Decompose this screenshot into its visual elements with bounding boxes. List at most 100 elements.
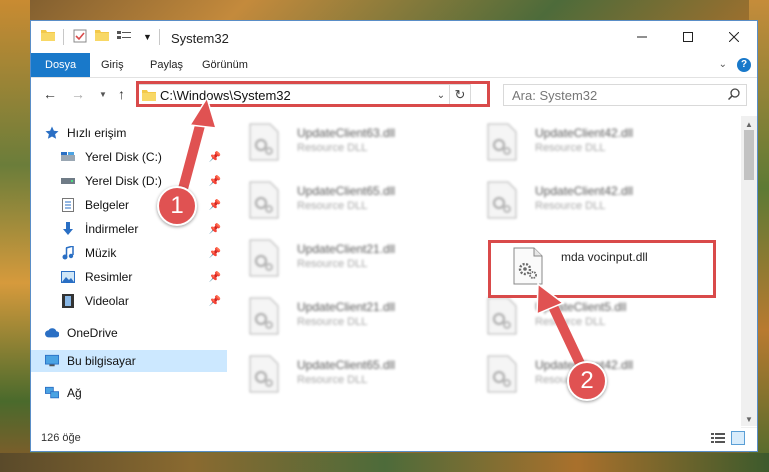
file-name: UpdateClient65.dll — [297, 358, 396, 372]
pin-icon[interactable]: 📌 — [209, 224, 221, 235]
dll-file-icon — [249, 355, 279, 393]
forward-arrow-icon[interactable]: → — [71, 86, 85, 102]
address-path[interactable]: C:\Windows\System32 — [160, 88, 433, 103]
dll-file-icon — [487, 297, 517, 335]
explorer-window: ▼ System32 Dosya Giriş Paylaş Görünüm ⌄ … — [30, 20, 758, 452]
sidebar-item-music[interactable]: Müzik 📌 — [31, 242, 227, 264]
list-item[interactable]: UpdateClient63.dll Resource DLL — [229, 120, 449, 170]
file-name: UpdateClient63.dll — [297, 126, 396, 140]
maximize-button[interactable] — [665, 21, 711, 53]
callout-badge-1: 1 — [157, 186, 197, 226]
list-item[interactable]: UpdateClient65.dll Resource DLL — [229, 178, 449, 228]
sidebar-item-local-disk-c[interactable]: Yerel Disk (C:) 📌 — [31, 146, 227, 168]
sidebar-item-label: Videolar — [85, 294, 129, 308]
sidebar-item-label: Bu bilgisayar — [67, 354, 136, 368]
desktop-background-left — [0, 0, 30, 472]
list-item[interactable]: UpdateClient42.dll Resource DLL — [467, 178, 687, 228]
back-arrow-icon[interactable]: ← — [43, 86, 57, 102]
dll-file-icon — [487, 181, 517, 219]
videos-icon — [61, 294, 75, 308]
sidebar-item-documents[interactable]: Belgeler 📌 — [31, 194, 227, 216]
file-name: UpdateClient21.dll — [297, 242, 396, 256]
download-icon — [61, 222, 75, 236]
file-description: Resource DLL — [297, 374, 368, 386]
tab-view[interactable]: Görünüm — [192, 53, 258, 77]
scroll-up-icon[interactable]: ▲ — [745, 120, 753, 129]
large-icons-view-icon[interactable] — [731, 431, 745, 445]
scrollbar-thumb[interactable] — [744, 130, 754, 180]
dll-file-icon — [249, 181, 279, 219]
refresh-icon[interactable]: ↻ — [449, 85, 470, 105]
drive-icon — [61, 150, 75, 164]
expand-ribbon-chevron-icon[interactable]: ⌄ — [719, 59, 727, 70]
tab-share[interactable]: Paylaş — [140, 53, 193, 77]
computer-icon — [45, 354, 59, 368]
address-bar[interactable]: C:\Windows\System32 ⌄ ↻ — [137, 84, 471, 106]
file-name: UpdateClient42.dll — [535, 184, 634, 198]
status-bar: 126 öğe — [31, 426, 757, 451]
pin-icon[interactable]: 📌 — [209, 152, 221, 163]
network-icon — [45, 386, 59, 400]
pin-icon[interactable]: 📌 — [209, 200, 221, 211]
search-input[interactable]: Ara: System32 — [503, 84, 747, 106]
title-bar: ▼ System32 — [31, 21, 757, 53]
file-description: Resource DLL — [297, 258, 368, 270]
vertical-scrollbar[interactable]: ▲ ▼ — [741, 116, 757, 428]
drive-icon — [61, 174, 75, 188]
documents-icon — [61, 198, 75, 212]
sidebar-item-network[interactable]: Ağ — [31, 382, 227, 404]
sidebar-item-label: OneDrive — [67, 326, 118, 340]
address-dropdown-chevron-icon[interactable]: ⌄ — [433, 90, 449, 101]
file-description: Resource DLL — [297, 142, 368, 154]
dll-file-icon — [249, 239, 279, 277]
list-item-target-file[interactable]: mda vocinput.dll — [493, 244, 713, 294]
sidebar-item-label: İndirmeler — [85, 222, 139, 236]
sidebar-item-videos[interactable]: Videolar 📌 — [31, 290, 227, 312]
sidebar-item-this-pc[interactable]: Bu bilgisayar — [31, 350, 227, 372]
list-item[interactable]: UpdateClient65.dll Resource DLL — [229, 352, 449, 402]
pin-icon[interactable]: 📌 — [209, 248, 221, 259]
tab-file[interactable]: Dosya — [31, 53, 91, 77]
view-options-icon[interactable] — [117, 29, 131, 43]
pin-icon[interactable]: 📌 — [209, 176, 221, 187]
help-icon[interactable]: ? — [737, 58, 751, 72]
recent-locations-chevron-icon[interactable]: ▼ — [99, 90, 107, 99]
sidebar-item-onedrive[interactable]: OneDrive — [31, 322, 227, 344]
details-view-icon[interactable] — [711, 432, 725, 444]
ribbon-tabs: Dosya Giriş Paylaş Görünüm — [31, 53, 757, 78]
dll-file-icon — [249, 297, 279, 335]
up-arrow-icon[interactable]: ↑ — [118, 86, 125, 102]
sidebar-item-local-disk-d[interactable]: Yerel Disk (D:) 📌 — [31, 170, 227, 192]
sidebar-item-quick-access[interactable]: Hızlı erişim — [31, 122, 227, 144]
tab-home[interactable]: Giriş — [91, 53, 134, 77]
sidebar-item-label: Müzik — [85, 246, 117, 260]
item-count: 126 öğe — [41, 432, 81, 444]
customize-toolbar-dropdown-icon[interactable]: ▼ — [143, 32, 152, 42]
search-icon[interactable] — [727, 88, 740, 103]
dll-file-icon — [487, 355, 517, 393]
sidebar-item-label: Belgeler — [85, 198, 130, 212]
close-button[interactable] — [711, 21, 757, 53]
list-item[interactable]: UpdateClient21.dll Resource DLL — [229, 294, 449, 344]
list-item[interactable]: UpdateClient21.dll Resource DLL — [229, 236, 449, 286]
sidebar-item-pictures[interactable]: Resimler 📌 — [31, 266, 227, 288]
pin-icon[interactable]: 📌 — [209, 296, 221, 307]
file-description: Resource DLL — [297, 200, 368, 212]
scroll-down-icon[interactable]: ▼ — [745, 415, 753, 424]
sidebar-item-label: Yerel Disk (C:) — [85, 150, 162, 164]
folder-icon[interactable] — [41, 29, 55, 41]
file-name: UpdateClient5.dll — [535, 300, 627, 314]
list-item[interactable]: UpdateClient5.dll Resource DLL — [467, 294, 687, 344]
navigation-bar: ← → ▼ ↑ C:\Windows\System32 ⌄ ↻ Ara: Sys… — [31, 78, 757, 112]
pin-icon[interactable]: 📌 — [209, 272, 221, 283]
file-name: mda vocinput.dll — [561, 250, 648, 264]
search-placeholder: Ara: System32 — [512, 88, 598, 103]
minimize-button[interactable] — [619, 21, 665, 53]
music-icon — [61, 246, 75, 260]
star-icon — [45, 126, 59, 140]
list-item[interactable]: UpdateClient42.dll Resource DLL — [467, 120, 687, 170]
properties-icon[interactable] — [73, 29, 87, 43]
callout-badge-2: 2 — [567, 361, 607, 401]
new-folder-icon[interactable] — [95, 29, 109, 41]
sidebar-item-downloads[interactable]: İndirmeler 📌 — [31, 218, 227, 240]
